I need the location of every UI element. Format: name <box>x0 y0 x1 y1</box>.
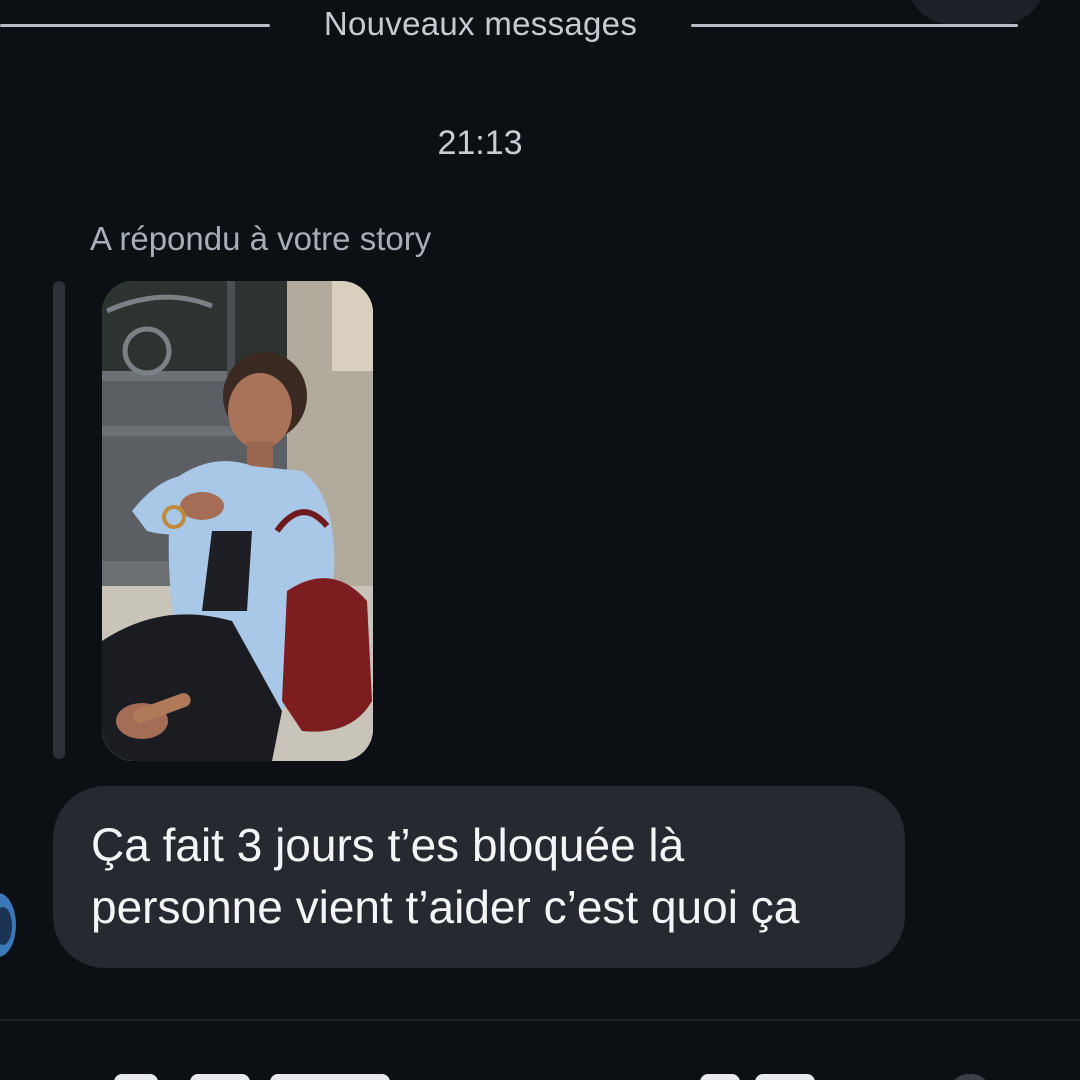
new-messages-divider: Nouveaux messages <box>0 0 1080 54</box>
next-message-peek <box>90 1062 990 1080</box>
message-line-1: Ça fait 3 jours t’es bloquée là <box>91 819 685 871</box>
peek-glyph <box>190 1074 250 1080</box>
peek-glyph <box>270 1074 390 1080</box>
message-line-2: personne vient t’aider c’est quoi ça <box>91 881 800 933</box>
avatar-image <box>0 907 12 945</box>
message-timestamp: 21:13 <box>437 124 523 162</box>
new-messages-label: Nouveaux messages <box>323 5 638 42</box>
received-message-bubble[interactable]: Ça fait 3 jours t’es bloquée là personne… <box>53 786 905 968</box>
peek-glyph <box>755 1074 815 1080</box>
divider-line-right <box>691 24 1018 27</box>
peek-icon <box>950 1074 990 1080</box>
peek-glyph <box>114 1074 158 1080</box>
story-reply-context-label: A répondu à votre story <box>90 220 432 257</box>
divider-line-left <box>0 24 270 27</box>
composer-divider <box>0 1019 1080 1021</box>
peek-glyph <box>700 1074 740 1080</box>
reply-quote-bar <box>53 281 65 759</box>
sender-avatar[interactable] <box>0 893 16 957</box>
story-photo-icon <box>102 281 373 761</box>
chat-screen: Nouveaux messages 21:13 A répondu à votr… <box>0 0 1080 1080</box>
story-thumbnail[interactable] <box>102 281 373 761</box>
